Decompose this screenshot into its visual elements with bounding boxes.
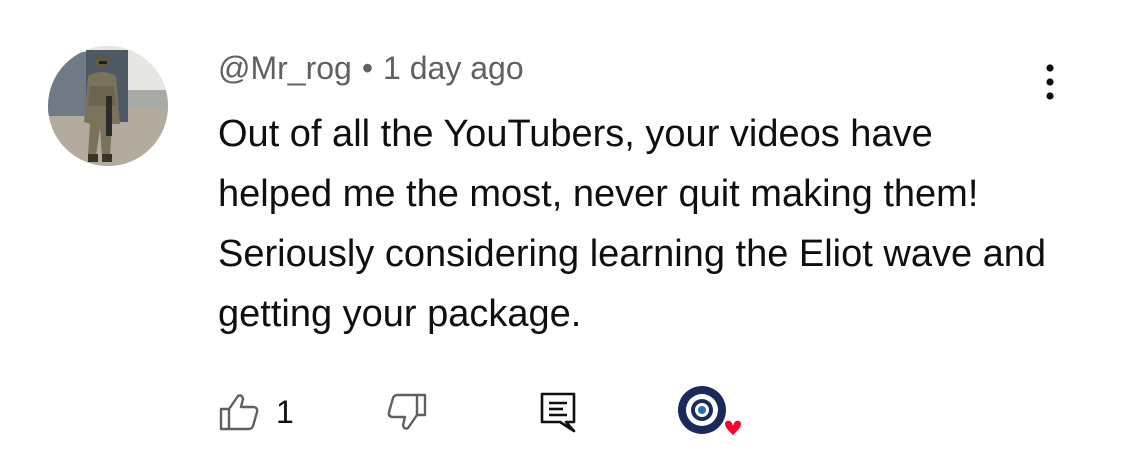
comment-text: Out of all the YouTubers, your videos ha…: [218, 113, 1047, 335]
thumbs-down-icon[interactable]: [386, 392, 428, 432]
author-handle[interactable]: @Mr_rog: [218, 50, 352, 86]
comment-meta: @Mr_rog • 1 day ago: [218, 50, 524, 87]
thumbs-up-icon[interactable]: [218, 392, 260, 432]
comment-reply-icon[interactable]: [538, 390, 578, 434]
meta-separator: •: [361, 50, 374, 86]
comment-timestamp[interactable]: 1 day ago: [383, 50, 524, 86]
avatar-photo: [48, 46, 168, 166]
creator-heart-badge[interactable]: [676, 384, 744, 444]
author-avatar[interactable]: [48, 46, 168, 166]
like-count: 1: [276, 394, 294, 430]
more-vert-icon[interactable]: [1030, 60, 1070, 104]
